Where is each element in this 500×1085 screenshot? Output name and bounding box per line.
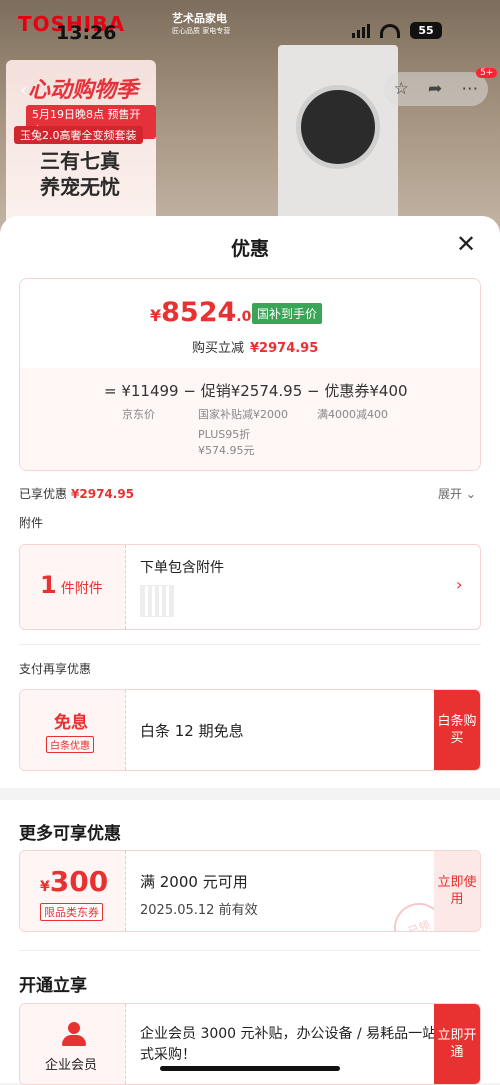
more-icon[interactable]: ⋯ [461, 79, 478, 99]
accessory-title: 下单包含附件 [140, 560, 224, 576]
member-card: 企业会员 企业会员 3000 元补贴，办公设备 / 易耗品一站式采购！ 立即开通 [19, 1003, 481, 1085]
close-icon[interactable]: ✕ [456, 230, 476, 258]
interest-free-title: 免息 [54, 713, 88, 733]
battery-icon: 55 [410, 22, 442, 39]
section-separator [0, 788, 500, 800]
jd-price-label: 京东价 [122, 408, 155, 421]
coupon-type-tag: 限品类东券 [40, 903, 103, 921]
accessory-thumbnail [140, 585, 174, 617]
message-badge: 5+ [476, 68, 498, 78]
coupon-expiry: 2025.05.12 前有效 [140, 903, 258, 918]
member-label: 企业会员 [45, 1058, 98, 1073]
promo-sub-3: ¥574.95元 [198, 444, 255, 457]
chevron-right-icon[interactable]: › [456, 575, 462, 594]
discount-sheet: 优惠 ✕ ¥8524.05 国补到手价 购买立减 ¥2974.95 = ¥1149… [0, 216, 500, 1085]
accessory-count: 1 件附件 [40, 571, 103, 599]
more-discounts-title: 更多可享优惠 [19, 824, 121, 844]
signal-icon [352, 23, 370, 38]
accessory-section-label: 附件 [19, 516, 44, 530]
baitiao-buy-button[interactable]: 白条购买 [434, 690, 480, 770]
use-now-button[interactable]: 立即使用 [434, 851, 480, 931]
status-icons: 55 [352, 22, 442, 39]
member-desc: 企业会员 3000 元补贴，办公设备 / 易耗品一站式采购！ [140, 1026, 437, 1063]
price-card: ¥8524.05 国补到手价 购买立减 ¥2974.95 = ¥11499 − 促… [19, 278, 481, 471]
coupon-value: ¥300 [40, 865, 109, 898]
coupon-condition: 满 2000 元可用 [140, 873, 248, 891]
star-icon[interactable]: ☆ [394, 79, 409, 99]
open-now-button[interactable]: 立即开通 [434, 1004, 480, 1084]
subsidy-tag: 国补到手价 [252, 303, 323, 324]
installment-card: 免息 白条优惠 白条 12 期免息 白条购买 [19, 689, 481, 771]
final-price: ¥8524.05 [150, 297, 262, 328]
product-image [278, 45, 398, 220]
divider [19, 644, 481, 645]
nav-actions: ☆ ➦ ⋯ [384, 72, 488, 106]
wifi-icon [380, 23, 400, 38]
sheet-title: 优惠 [230, 238, 269, 260]
accessory-card[interactable]: 1 件附件 下单包含附件 › [19, 544, 481, 630]
coupon-sub: 满4000减400 [317, 408, 388, 421]
home-indicator[interactable] [160, 1066, 340, 1071]
user-icon [62, 1022, 86, 1046]
baitiao-tag: 白条优惠 [46, 736, 94, 753]
status-time: 13:26 [56, 22, 117, 44]
promo-banner: 心动购物季 5月19日晚8点 预售开启 玉兔2.0高奢全变频套装 三有七真养宠无… [6, 60, 156, 225]
coupon-card: ¥300 限品类东券 满 2000 元可用 2025.05.12 前有效 已领 … [19, 850, 481, 932]
price-formula: = ¥11499 − 促销¥2574.95 − 优惠券¥400 [104, 382, 408, 400]
open-enjoy-title: 开通立享 [19, 976, 87, 996]
divider [19, 950, 481, 951]
back-icon[interactable]: ‹ [20, 80, 27, 101]
instant-discount: 购买立减 ¥2974.95 [192, 341, 319, 356]
enjoyed-discount: 已享优惠 ¥2974.95 [19, 487, 135, 501]
price-breakdown: = ¥11499 − 促销¥2574.95 − 优惠券¥400 京东价 国家补贴… [20, 368, 480, 470]
promo-sub-2: PLUS95折 [198, 428, 251, 441]
pay-section-label: 支付再享优惠 [19, 662, 92, 676]
promo-sub-1: 国家补贴减¥2000 [198, 408, 288, 421]
expand-button[interactable]: 展开 ⌄ [438, 485, 476, 502]
share-icon[interactable]: ➦ [428, 79, 442, 99]
store-logo: 艺术品家电 匠心品质 家电专营 [172, 12, 231, 35]
installment-desc: 白条 12 期免息 [140, 722, 244, 740]
